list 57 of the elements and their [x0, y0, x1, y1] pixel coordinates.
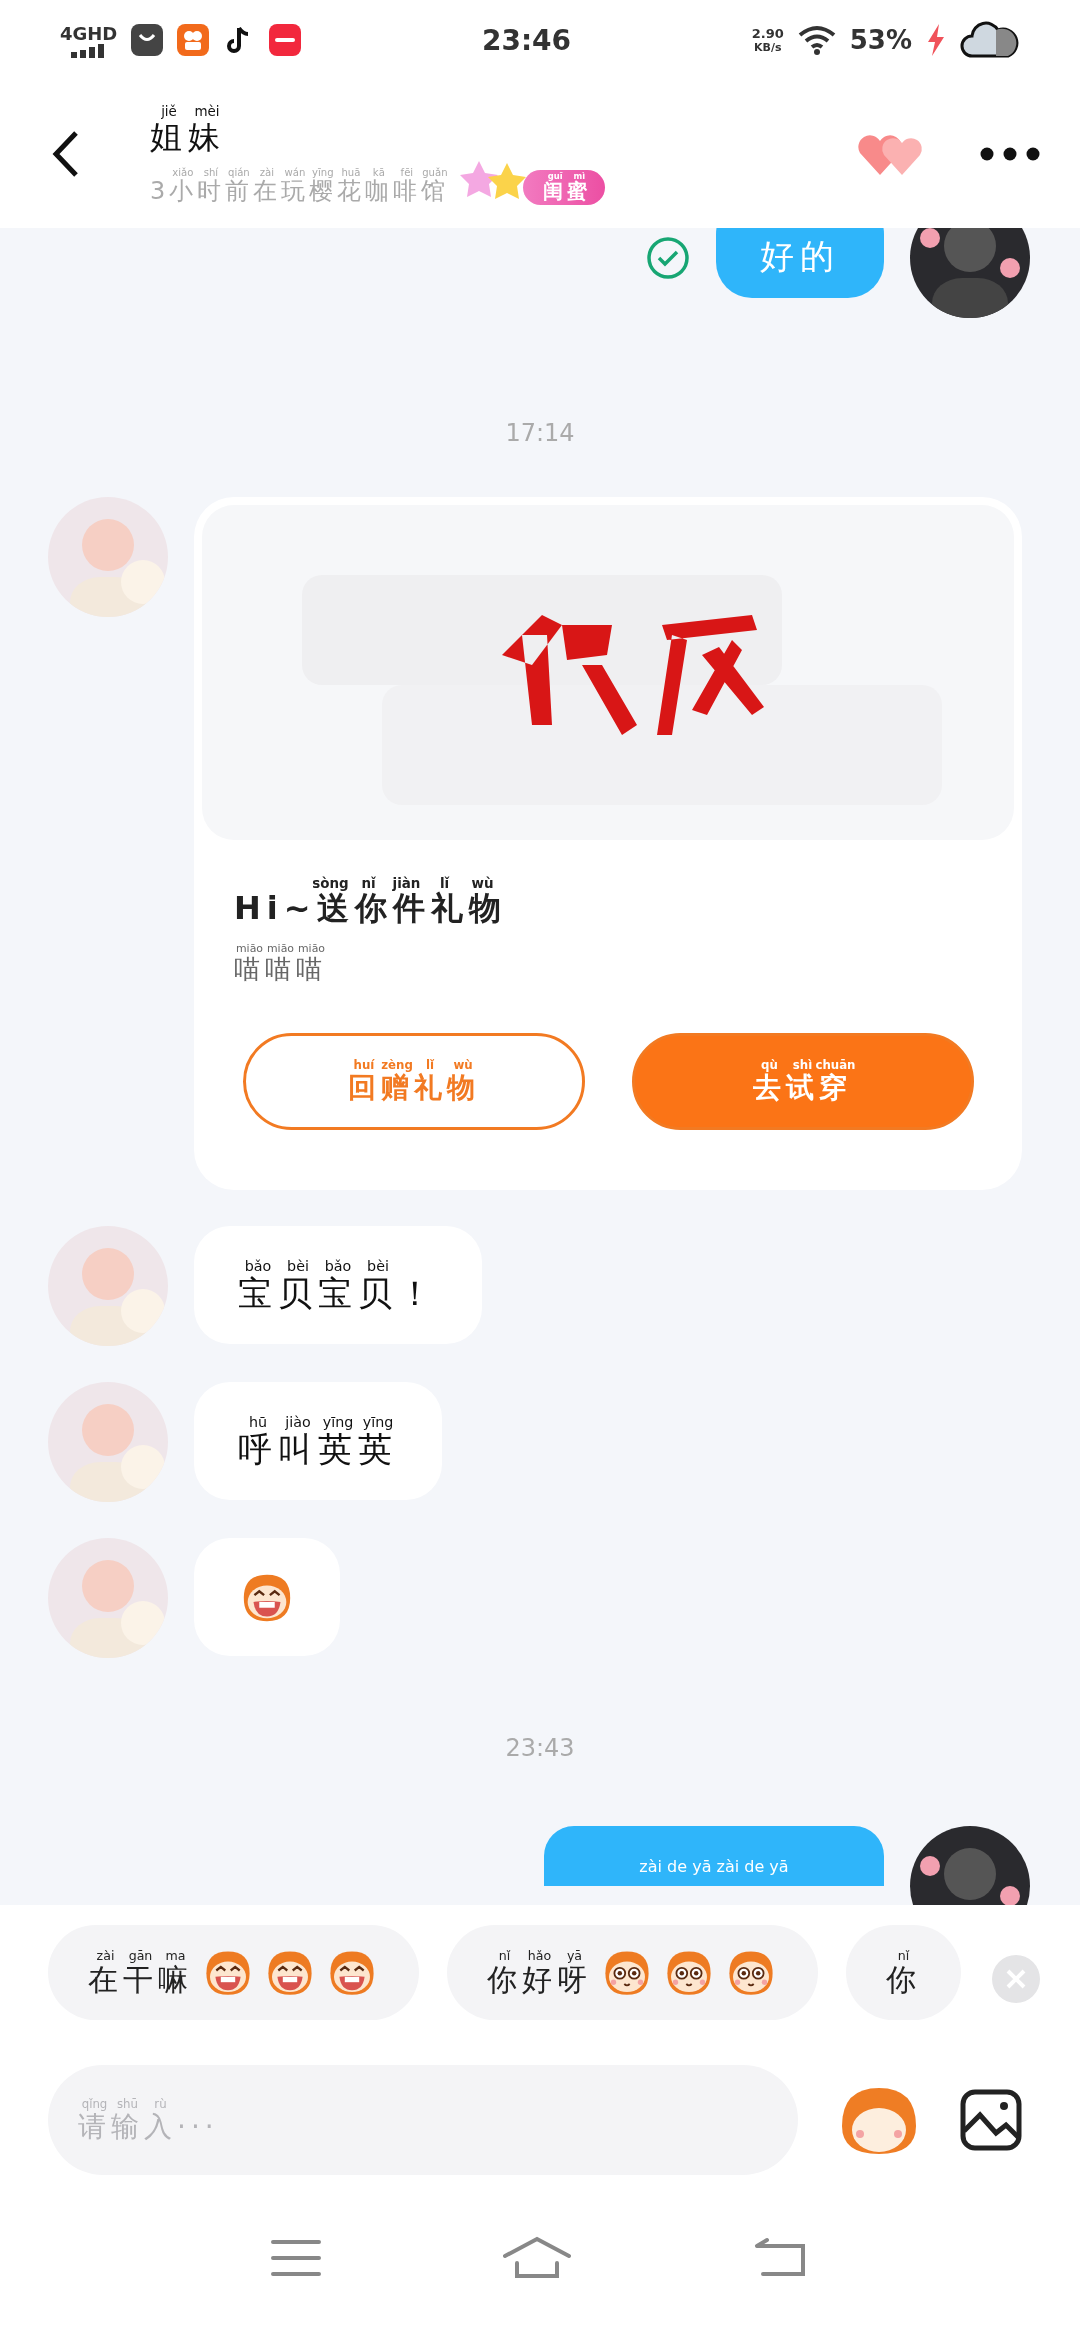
- pinyin: fēi: [400, 167, 414, 178]
- wifi-icon: [797, 25, 836, 55]
- pinyin: miāo: [267, 943, 294, 955]
- pinyin: zài de yā zài de yā: [639, 1856, 789, 1876]
- message-text: 呼叫英英: [238, 1429, 398, 1469]
- message-text: 宝贝宝贝！: [238, 1273, 438, 1313]
- pinyin: bǎo: [324, 1259, 352, 1274]
- notebook-app-icon: [269, 24, 302, 56]
- pinyin: jiào: [285, 1415, 311, 1430]
- pinyin: bèi: [367, 1259, 389, 1274]
- pinyin: qián: [228, 167, 250, 178]
- menu-icon[interactable]: [270, 2237, 321, 2278]
- pinyin: kā: [372, 167, 385, 178]
- clock: 23:46: [481, 23, 572, 57]
- timestamp: 23:43: [505, 1732, 575, 1764]
- quick-reply-chip[interactable]: nǐ 你: [846, 1925, 961, 2020]
- pinyin: xiǎo: [172, 167, 194, 178]
- pinyin: sòng: [312, 876, 349, 890]
- pinyin: nǐ: [361, 876, 376, 890]
- message-text: 好的: [760, 236, 840, 277]
- pinyin: mèi: [194, 105, 220, 119]
- status-text: 3小时前在玩樱花咖啡馆: [150, 177, 450, 206]
- pinyin: wù: [471, 876, 494, 890]
- network-speed-unit: KB/s: [754, 41, 782, 54]
- close-icon: [1004, 1967, 1028, 1991]
- best-friend-badge: guī mì 闺蜜: [523, 170, 606, 206]
- bag-app-icon: [131, 24, 164, 56]
- quick-reply-chip[interactable]: nǐ hǎo yā 你好呀: [447, 1925, 818, 2020]
- gift-title: Hi~送你件礼物: [234, 890, 507, 927]
- pinyin: lǐ: [439, 876, 450, 890]
- pinyin: yīng: [322, 1415, 354, 1430]
- chat-title: 姐妹: [150, 118, 226, 156]
- pinyin: miāo: [236, 943, 263, 955]
- more-icon[interactable]: [980, 147, 1040, 161]
- pinyin: hū: [248, 1415, 268, 1430]
- battery-percent: 53%: [849, 25, 912, 55]
- back-icon[interactable]: [50, 129, 80, 179]
- pinyin: shí: [203, 167, 219, 178]
- pinyin: yīng: [362, 1415, 394, 1430]
- gift-subtitle: 喵喵喵: [234, 954, 327, 985]
- quick-reply-chip[interactable]: zài gān ma 在干嘛: [48, 1925, 419, 2020]
- pinyin: jiě: [161, 105, 177, 119]
- timestamp: 17:14: [505, 418, 575, 449]
- pinyin: jiàn: [392, 876, 421, 890]
- pinyin: bǎo: [244, 1259, 272, 1274]
- home-icon[interactable]: [502, 2235, 572, 2280]
- pinyin: guǎn: [422, 167, 448, 178]
- pinyin: bèi: [287, 1259, 309, 1274]
- image-icon[interactable]: [960, 2089, 1022, 2151]
- camera-app-icon: [177, 24, 210, 56]
- pinyin: zài: [259, 167, 274, 178]
- cloud-icon: [960, 20, 1020, 60]
- pinyin: huā: [341, 167, 361, 178]
- network-speed: 2.90: [751, 26, 784, 41]
- pinyin: yīng: [312, 167, 334, 178]
- pinyin: miāo: [298, 943, 325, 955]
- pinyin: wán: [284, 167, 306, 178]
